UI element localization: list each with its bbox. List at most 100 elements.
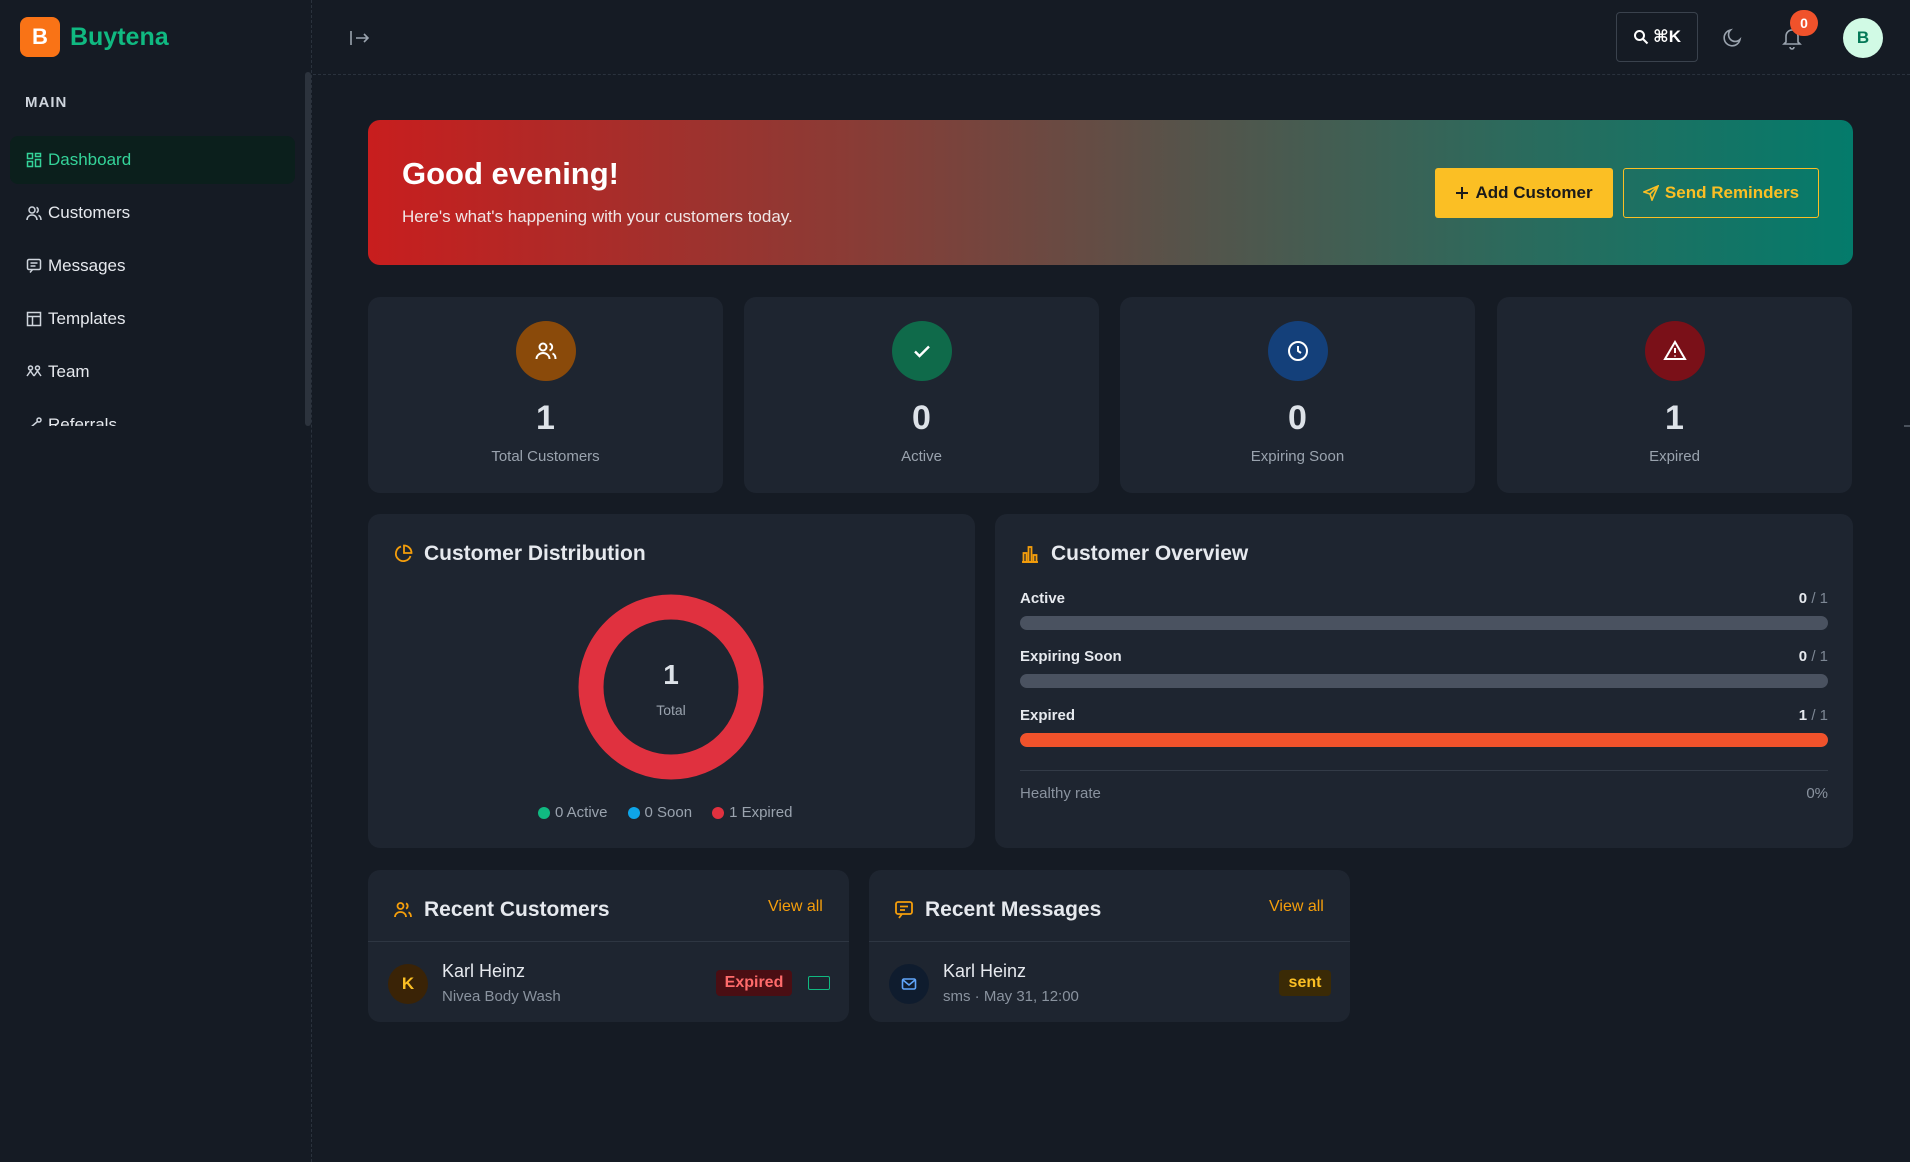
message-meta: sms · May 31, 12:00 (943, 988, 1079, 1005)
template-icon (26, 311, 42, 327)
user-avatar[interactable]: B (1843, 18, 1883, 58)
overview-count: 1 (1798, 707, 1808, 724)
send-reminders-label: Send Reminders (1664, 183, 1800, 202)
overview-total: / 1 (1811, 590, 1828, 607)
users-icon (26, 206, 42, 221)
greeting-banner: Good evening! Here's what's happening wi… (368, 120, 1853, 265)
sidebar-nav: Dashboard Customers Messages Templates T… (10, 136, 295, 426)
progress-track (1020, 674, 1828, 688)
legend-dot-active (538, 806, 550, 819)
collapse-sidebar-icon[interactable] (349, 28, 371, 48)
brand-logo[interactable]: B Buytena (20, 17, 169, 57)
notification-badge: 0 (1790, 10, 1818, 36)
add-customer-button[interactable]: Add Customer (1435, 168, 1613, 218)
progress-track (1020, 616, 1828, 630)
legend-dot-expired (712, 806, 725, 819)
panel-title: Customer Overview (1020, 542, 1248, 566)
sidebar: B Buytena MAIN Dashboard Customers Messa… (0, 0, 312, 1162)
users-icon (394, 902, 412, 918)
panel-title: Customer Distribution (393, 542, 646, 566)
share-icon (31, 417, 42, 426)
distribution-title: Customer Distribution (424, 542, 646, 565)
overview-row-label: Active (1020, 590, 1066, 607)
donut-total-label: Total (656, 702, 686, 718)
stat-card-expiring-soon: 0 Expiring Soon (1120, 297, 1475, 493)
overview-row-label: Expiring Soon (1020, 648, 1122, 665)
sidebar-item-referrals[interactable]: Referrals (10, 401, 295, 426)
customer-product: Nivea Body Wash (442, 988, 561, 1005)
overview-total: / 1 (1811, 648, 1828, 665)
distribution-legend: 0 Active 0 Soon 1 Expired (538, 804, 792, 821)
stat-label: Active (901, 448, 942, 465)
message-status-badge: sent (1279, 970, 1331, 996)
stat-label: Expired (1649, 448, 1700, 465)
sidebar-item-messages[interactable]: Messages (10, 242, 295, 290)
search-icon (1633, 30, 1649, 45)
customer-avatar: K (388, 964, 428, 1004)
alert-icon (1663, 340, 1687, 360)
bar-chart-icon (1022, 546, 1038, 563)
overview-row-expiring-soon: Expiring Soon 0 / 1 (1020, 648, 1828, 688)
legend-label: 0 Soon (644, 804, 693, 821)
recent-messages-title: Recent Messages (925, 898, 1102, 921)
stat-label: Total Customers (491, 448, 600, 465)
sidebar-item-dashboard[interactable]: Dashboard (10, 136, 295, 184)
divider (869, 941, 1350, 942)
stat-icon-circle (1268, 321, 1328, 381)
message-recipient[interactable]: Karl Heinz (943, 961, 1026, 982)
check-icon (914, 345, 930, 358)
progress-track (1020, 733, 1828, 747)
donut-total-value: 1 (663, 659, 679, 690)
stat-icon-circle (1645, 321, 1705, 381)
status-badge: Expired (716, 970, 792, 996)
stat-card-active: 0 Active (744, 297, 1099, 493)
sidebar-item-templates[interactable]: Templates (10, 295, 295, 343)
stat-card-expired: 1 Expired (1497, 297, 1852, 493)
overview-count: 0 (1798, 590, 1808, 607)
page-scrollbar[interactable] (1904, 425, 1910, 427)
recent-customers-panel: Recent Customers View all K Karl Heinz N… (368, 870, 849, 1022)
legend-label: 0 Active (555, 804, 608, 821)
legend-dot-soon (627, 806, 640, 819)
stat-icon-circle (892, 321, 952, 381)
send-icon (1642, 185, 1659, 201)
add-customer-label: Add Customer (1475, 183, 1593, 202)
theme-toggle-icon[interactable] (1722, 26, 1744, 48)
legend-item-soon: 0 Soon (627, 804, 693, 821)
stat-value: 1 (536, 399, 555, 437)
renew-action-icon[interactable] (808, 976, 830, 990)
legend-item-expired: 1 Expired (712, 804, 792, 821)
sidebar-scrollbar[interactable] (305, 72, 311, 426)
dashboard-icon (26, 152, 42, 168)
panel-title: Recent Customers (393, 898, 610, 922)
panel-title: Recent Messages (894, 898, 1101, 922)
sidebar-item-team[interactable]: Team (10, 348, 295, 396)
message-icon (26, 258, 42, 273)
view-all-customers-link[interactable]: View all (768, 898, 823, 916)
mail-icon (901, 978, 917, 990)
healthy-rate: Healthy rate 0% (1020, 785, 1828, 802)
healthy-rate-label: Healthy rate (1020, 785, 1101, 802)
legend-label: 1 Expired (729, 804, 793, 821)
send-reminders-button[interactable]: Send Reminders (1623, 168, 1819, 218)
view-all-messages-link[interactable]: View all (1269, 898, 1324, 916)
sidebar-item-customers[interactable]: Customers (10, 189, 295, 237)
progress-fill (1020, 733, 1828, 747)
sidebar-item-label: Messages (48, 256, 126, 275)
sidebar-item-label: Team (48, 362, 90, 381)
divider (368, 941, 849, 942)
stat-icon-circle (516, 321, 576, 381)
customer-overview-panel: Customer Overview Active 0 / 1 Expiring S… (995, 514, 1853, 848)
greeting-title: Good evening! (402, 156, 619, 191)
customer-distribution-panel: Customer Distribution 1 Total 0 Active 0… (368, 514, 975, 848)
nav-section-title: MAIN (25, 94, 68, 111)
brand-badge: B (20, 17, 60, 57)
command-search-button[interactable]: ⌘K (1616, 12, 1698, 62)
overview-title: Customer Overview (1051, 542, 1249, 565)
sidebar-item-label: Referrals (48, 415, 117, 426)
customer-name[interactable]: Karl Heinz (442, 961, 525, 982)
stat-label: Expiring Soon (1250, 448, 1345, 465)
overview-total: / 1 (1811, 707, 1828, 724)
stat-value: 1 (1665, 399, 1684, 437)
recent-customers-title: Recent Customers (424, 898, 610, 921)
